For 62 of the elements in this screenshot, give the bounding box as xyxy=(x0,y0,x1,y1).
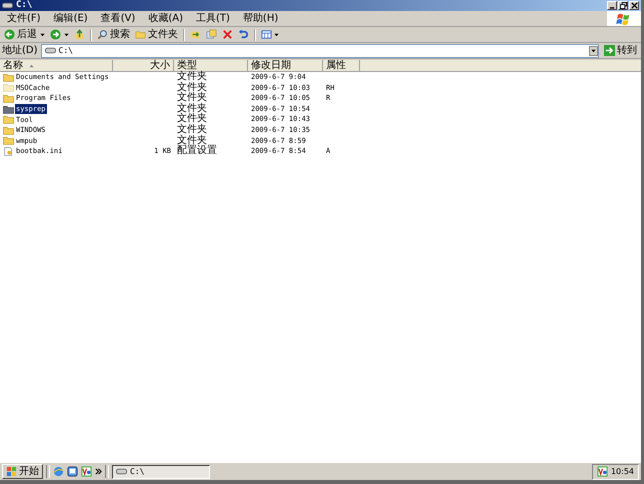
desktop-icon[interactable] xyxy=(67,466,78,477)
folder-up-icon xyxy=(74,29,85,40)
menu-item[interactable]: 收藏(A) xyxy=(144,12,187,24)
file-type: 文件夹 xyxy=(176,93,208,104)
folder-icon xyxy=(135,29,146,40)
address-field[interactable]: C:\ xyxy=(40,44,599,58)
file-type: 文件夹 xyxy=(176,114,208,124)
views-icon xyxy=(261,29,272,40)
drive-icon xyxy=(116,468,127,475)
address-label: 地址(D) xyxy=(2,44,38,56)
back-button[interactable]: 后退 xyxy=(2,28,39,42)
restore-button[interactable] xyxy=(618,1,628,10)
clock: 10:54 xyxy=(610,466,634,476)
copy-icon xyxy=(206,29,217,40)
menu-item[interactable]: 帮助(H) xyxy=(238,12,282,24)
go-arrow-icon xyxy=(604,45,615,56)
menu-item[interactable]: 文件(F) xyxy=(3,12,45,24)
app-icon[interactable] xyxy=(81,466,92,477)
caret-icon[interactable] xyxy=(64,32,69,36)
start-button[interactable]: 开始 xyxy=(2,464,43,479)
caret-icon xyxy=(591,48,596,52)
close-icon xyxy=(630,2,638,9)
folders-button[interactable]: 文件夹 xyxy=(133,28,180,42)
sort-arrow-icon xyxy=(29,64,34,68)
menu-item[interactable]: 查看(V) xyxy=(96,12,140,24)
windows-logo-icon xyxy=(6,466,17,477)
forward-arrow-icon xyxy=(50,29,61,40)
menu-item[interactable]: 编辑(E) xyxy=(50,12,92,24)
dropdown-button[interactable] xyxy=(589,46,598,56)
restore-icon xyxy=(620,2,626,9)
back-arrow-icon xyxy=(4,29,15,40)
taskbar-window-button[interactable]: C:\ xyxy=(112,464,210,478)
column-header[interactable]: 名称 xyxy=(0,60,113,72)
column-header[interactable]: 大小 xyxy=(113,60,174,72)
search-button[interactable]: 搜索 xyxy=(95,28,132,42)
app-icon[interactable] xyxy=(596,466,608,477)
address-value: C:\ xyxy=(58,46,73,55)
delete-icon xyxy=(222,29,233,40)
caret-icon xyxy=(274,32,279,36)
column-header[interactable]: 修改日期 xyxy=(248,60,323,72)
close-button[interactable] xyxy=(629,1,639,10)
undo-icon xyxy=(238,29,249,40)
windows-logo-icon xyxy=(607,11,641,26)
column-header[interactable]: 属性 xyxy=(323,60,360,72)
more-icon[interactable] xyxy=(95,468,102,475)
file-type: 文件夹 xyxy=(176,72,208,82)
file-type: 文件夹 xyxy=(176,82,208,93)
file-type: 文件夹 xyxy=(176,136,207,146)
caret-icon[interactable] xyxy=(40,32,45,36)
column-header[interactable]: 类型 xyxy=(174,60,248,72)
go-button[interactable]: 转到 xyxy=(602,44,639,58)
menu-item[interactable]: 工具(T) xyxy=(192,12,234,24)
window-title: C:\ xyxy=(16,0,32,11)
minimize-button[interactable] xyxy=(607,1,617,10)
drive-icon xyxy=(2,2,13,9)
file-type: 文件夹 xyxy=(176,124,208,135)
drive-icon xyxy=(44,47,56,54)
file-type: 配置设置 xyxy=(176,146,218,157)
copy-to-button[interactable] xyxy=(204,28,219,42)
search-icon xyxy=(97,29,108,40)
folder-arrow-icon xyxy=(190,29,201,40)
file-type: 文件夹 xyxy=(176,104,208,114)
